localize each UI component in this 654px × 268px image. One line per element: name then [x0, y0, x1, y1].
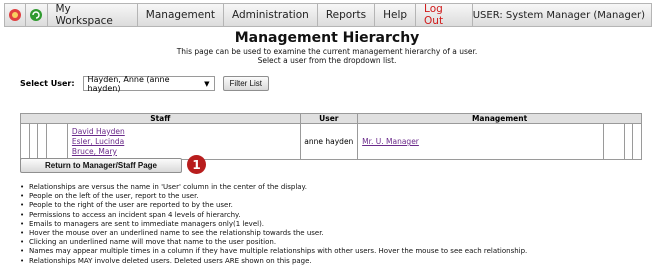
select-user-row: Select User: Hayden, Anne (anne hayden) … — [20, 74, 269, 93]
management-spacer-cell — [632, 123, 642, 160]
management-spacer-cell — [623, 123, 634, 160]
select-user-dropdown[interactable]: Hayden, Anne (anne hayden) ▼ — [82, 74, 215, 93]
return-to-manager-staff-button[interactable]: Return to Manager/Staff Page — [20, 158, 182, 173]
staff-link-david-hayden[interactable]: David Hayden — [72, 127, 300, 137]
list-item: People on the left of the user, report t… — [20, 192, 650, 201]
staff-header: Staff — [20, 113, 301, 124]
management-cell: Mr. U. Manager — [357, 123, 604, 160]
list-item: Relationships MAY involve deleted users.… — [20, 257, 650, 266]
hierarchy-table: Staff User Management David Hayden Esler… — [20, 113, 642, 160]
nav-reports[interactable]: Reports — [318, 4, 376, 26]
list-item: People to the right of the user are repo… — [20, 201, 650, 210]
staff-spacer-cell — [20, 123, 30, 160]
user-header: User — [299, 113, 359, 124]
page-description-1: This page can be used to examine the cur… — [176, 47, 478, 56]
page-description-2: Select a user from the dropdown list. — [257, 56, 397, 65]
list-item: Emails to managers are sent to immediate… — [20, 220, 650, 229]
list-item: Relationships are versus the name in 'Us… — [20, 183, 650, 192]
list-item: Names may appear multiple times in a col… — [20, 247, 650, 256]
page-title: Management Hierarchy — [234, 30, 420, 46]
nav-log-out[interactable]: Log Out — [416, 3, 473, 27]
management-header: Management — [357, 113, 642, 124]
callout-badge: 1 — [187, 155, 206, 174]
top-nav-bar: My Workspace Management Administration R… — [4, 3, 652, 27]
management-spacer-cell — [602, 123, 625, 160]
list-item: Hover the mouse over an underlined name … — [20, 229, 650, 238]
select-user-value: Hayden, Anne (anne hayden) — [87, 74, 170, 93]
nav-management[interactable]: Management — [138, 4, 224, 26]
logo-icon[interactable] — [5, 4, 27, 26]
staff-spacer-cell — [37, 123, 47, 160]
filter-list-button[interactable]: Filter List — [222, 76, 269, 91]
list-item: Clicking an underlined name will move th… — [20, 238, 650, 247]
staff-link-bruce-mary[interactable]: Bruce, Mary — [72, 147, 300, 157]
user-cell: anne hayden — [299, 123, 359, 160]
staff-link-esler-lucinda[interactable]: Esler, Lucinda — [72, 137, 300, 147]
management-link-mr-u-manager[interactable]: Mr. U. Manager — [358, 137, 602, 146]
staff-spacer-cell — [45, 123, 68, 160]
select-user-label: Select User: — [20, 79, 75, 88]
notes-list: Relationships are versus the name in 'Us… — [20, 183, 650, 266]
current-user-label: USER: System Manager (Manager) — [472, 9, 646, 21]
staff-spacer-cell — [28, 123, 39, 160]
nav-my-workspace[interactable]: My Workspace — [48, 3, 138, 27]
refresh-icon[interactable] — [26, 4, 48, 26]
nav-help[interactable]: Help — [375, 4, 417, 26]
chevron-down-icon: ▼ — [204, 79, 210, 88]
staff-cell: David Hayden Esler, Lucinda Bruce, Mary — [66, 123, 301, 160]
nav-administration[interactable]: Administration — [224, 4, 318, 26]
table-row: David Hayden Esler, Lucinda Bruce, Mary … — [20, 123, 642, 160]
list-item: Permissions to access an incident span 4… — [20, 211, 650, 220]
